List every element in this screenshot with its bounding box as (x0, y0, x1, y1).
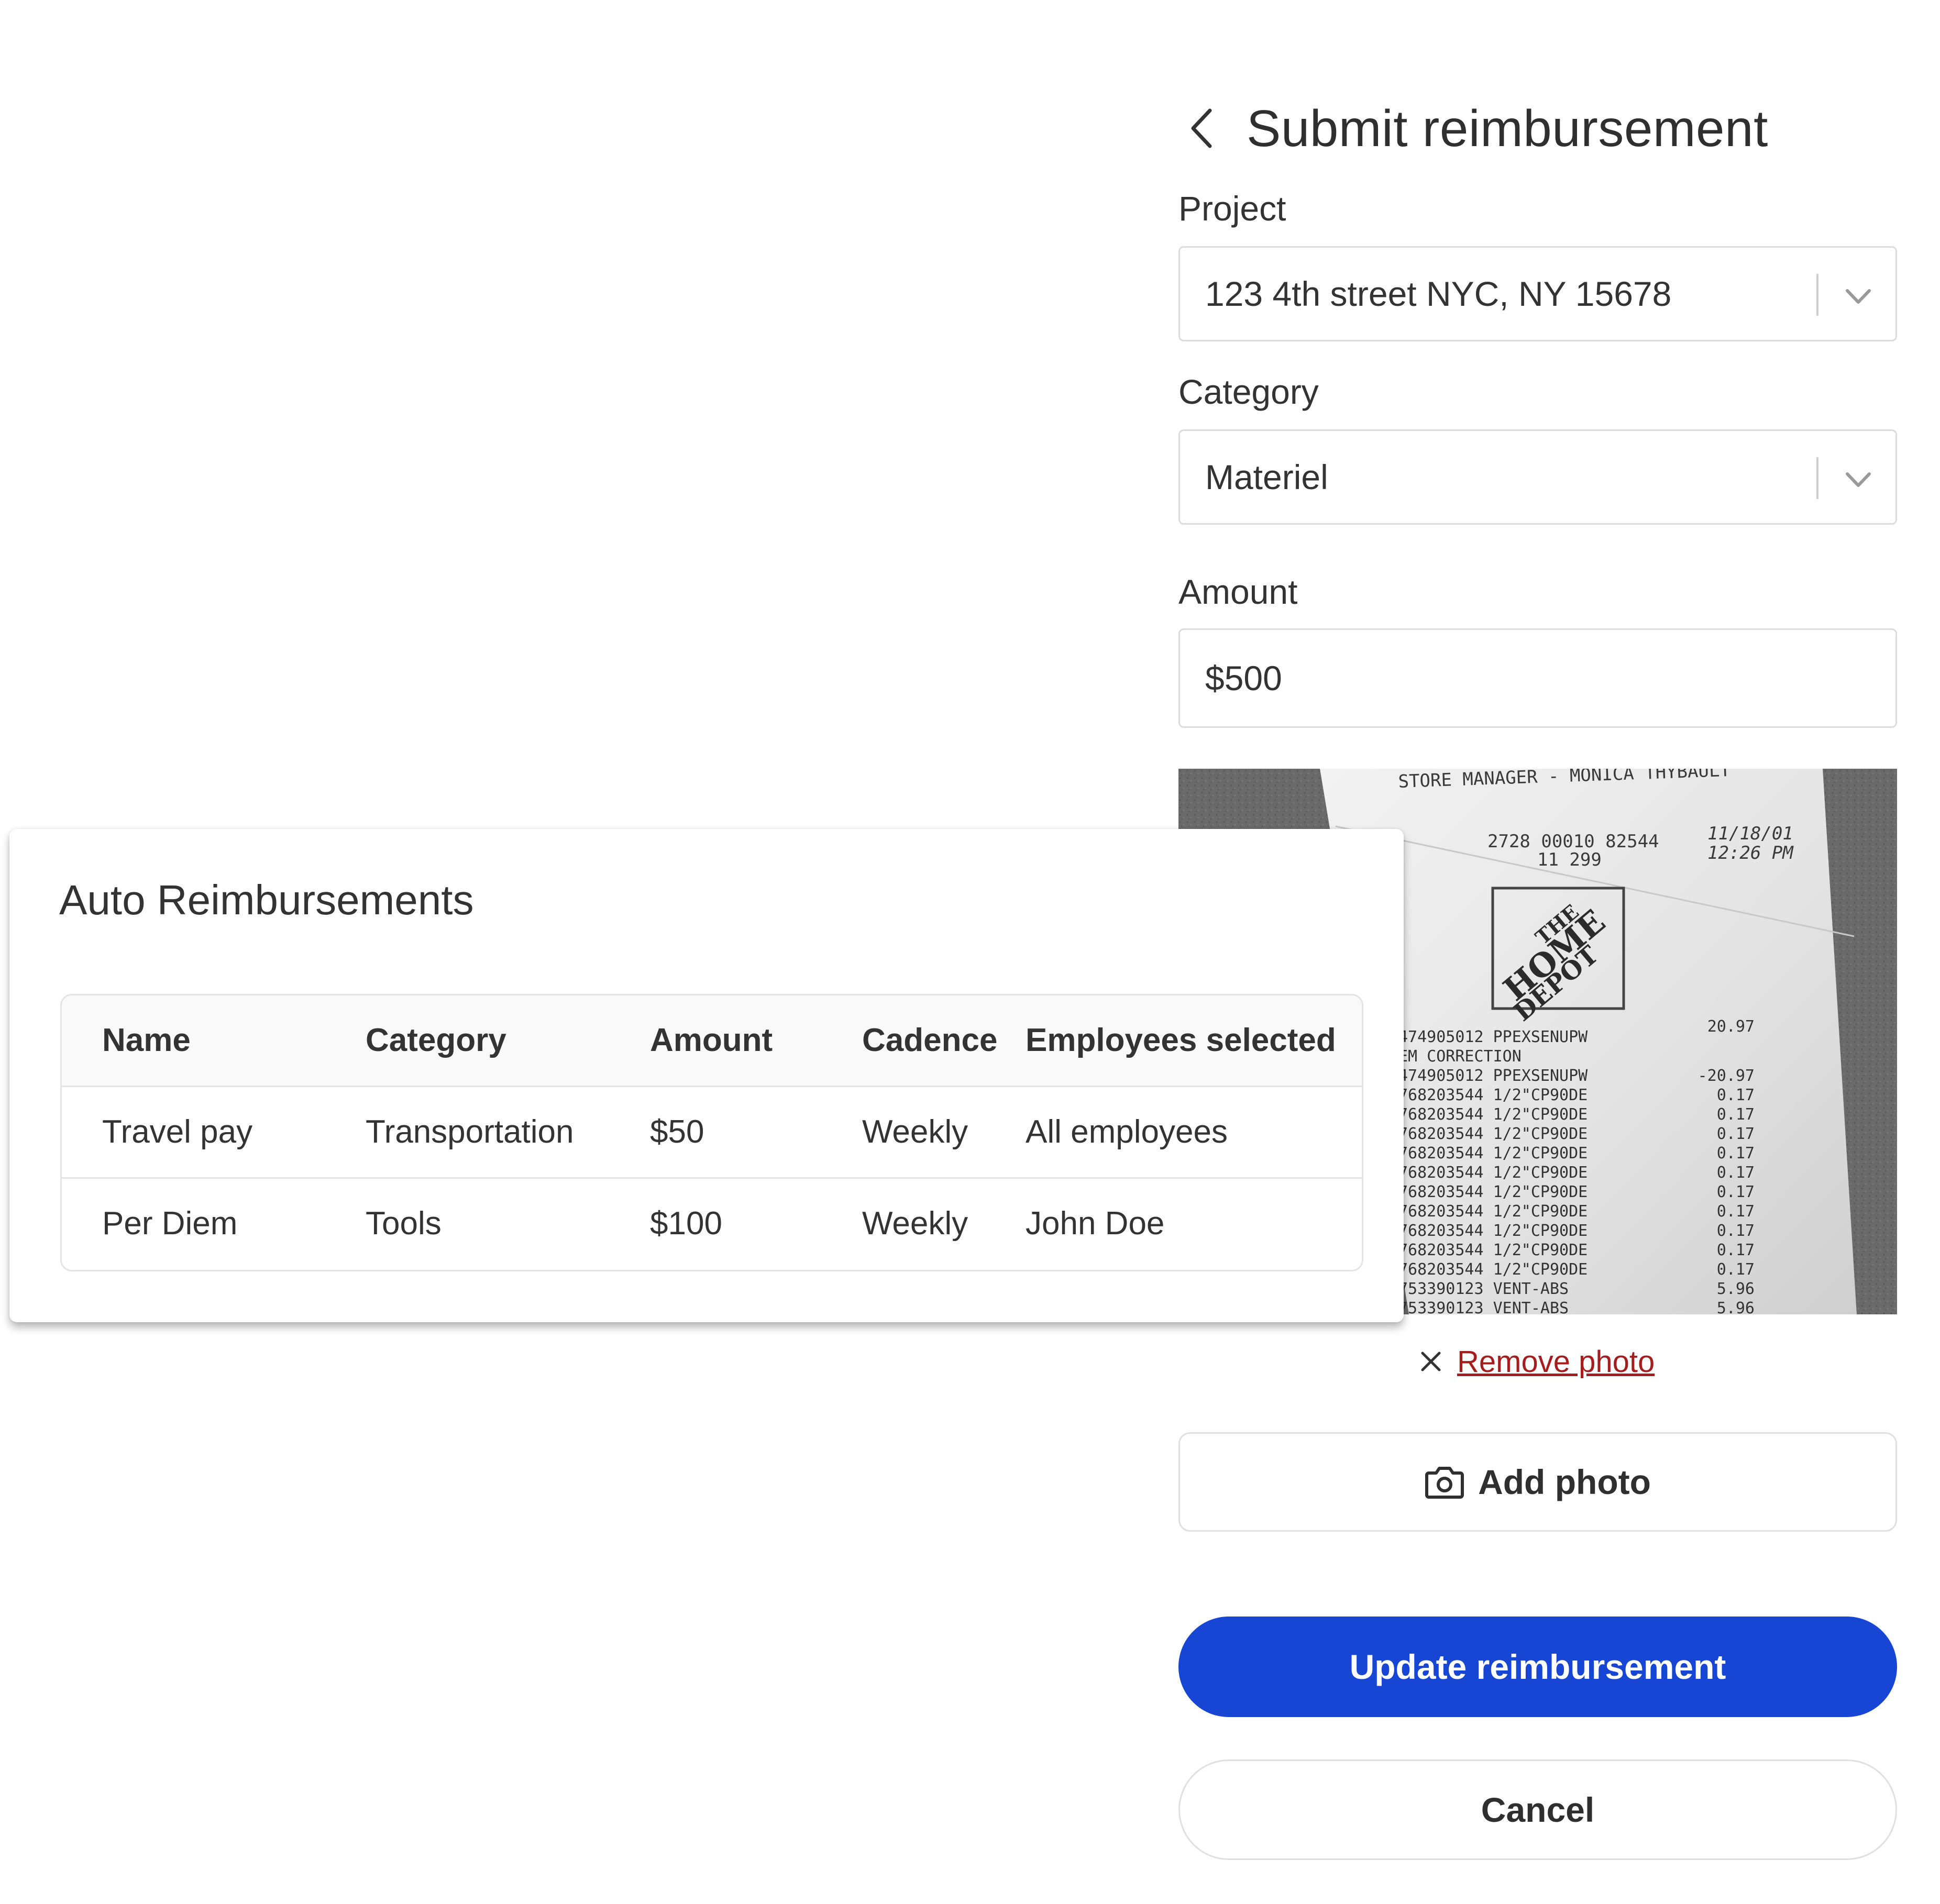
receipt-line-price: 0.17 (1717, 1125, 1755, 1143)
add-photo-label: Add photo (1478, 1463, 1651, 1501)
receipt-line-price: 0.17 (1717, 1241, 1755, 1259)
cell-category: Transportation (366, 1114, 574, 1150)
select-divider (1816, 457, 1818, 499)
select-divider (1816, 274, 1818, 316)
receipt-line-price: 5.96 (1717, 1280, 1755, 1298)
table-header-row: Name Category Amount Cadence Employees s… (62, 995, 1362, 1087)
receipt-store-line: 2728 00010 82544 (1487, 831, 1659, 852)
cell-employees: John Doe (1026, 1205, 1165, 1242)
receipt-line-price: 0.17 (1717, 1260, 1755, 1279)
category-select[interactable]: Materiel (1178, 429, 1897, 525)
cell-name: Per Diem (102, 1205, 238, 1242)
receipt-line-item: 474905012 PPEXSENUPW (1398, 1028, 1588, 1046)
column-header-name: Name (102, 1022, 191, 1058)
category-label: Category (1178, 372, 1319, 411)
receipt-line-item: 768203544 1/2"CP90DE (1398, 1144, 1588, 1163)
auto-reimbursements-card: Auto Reimbursements Name Category Amount… (9, 829, 1404, 1322)
receipt-line-price: 0.17 (1717, 1183, 1755, 1201)
close-icon[interactable] (1419, 1350, 1442, 1373)
receipt-line-item: 768203544 1/2"CP90DE (1398, 1202, 1588, 1221)
receipt-line-item: 768203544 1/2"CP90DE (1398, 1241, 1588, 1259)
project-label: Project (1178, 189, 1286, 228)
receipt-line-price: 0.17 (1717, 1144, 1755, 1163)
receipt-line-item: 768203544 1/2"CP90DE (1398, 1260, 1588, 1279)
chevron-down-icon[interactable] (1840, 461, 1877, 498)
receipt-line-price: 0.17 (1717, 1222, 1755, 1240)
amount-label: Amount (1178, 572, 1298, 611)
receipt-line-item: 768203544 1/2"CP90DE (1398, 1183, 1588, 1201)
cell-name: Travel pay (102, 1114, 253, 1150)
table-row[interactable]: Per Diem Tools $100 Weekly John Doe (62, 1179, 1362, 1270)
receipt-line-item: 768203544 1/2"CP90DE (1398, 1164, 1588, 1182)
receipt-line-item: 753390123 VENT-ABS (1398, 1299, 1569, 1314)
update-reimbursement-button[interactable]: Update reimbursement (1178, 1617, 1897, 1717)
receipt-line-price: 0.17 (1717, 1086, 1755, 1104)
receipt-time: 12:26 PM (1707, 843, 1794, 864)
project-select[interactable]: 123 4th street NYC, NY 15678 (1178, 246, 1897, 341)
column-header-amount: Amount (650, 1022, 773, 1058)
update-reimbursement-label: Update reimbursement (1349, 1647, 1726, 1686)
remove-photo-link[interactable]: Remove photo (1457, 1344, 1655, 1379)
receipt-line-price: 0.17 (1717, 1202, 1755, 1221)
column-header-employees: Employees selected (1026, 1022, 1336, 1058)
receipt-line-item: EM CORRECTION (1398, 1047, 1522, 1066)
remove-photo-row[interactable]: Remove photo (1419, 1341, 1655, 1382)
column-header-cadence: Cadence (862, 1022, 998, 1058)
receipt-store-sub: 11 299 (1537, 849, 1602, 870)
cell-cadence: Weekly (862, 1114, 968, 1150)
receipt-line-price: 5.96 (1717, 1299, 1755, 1314)
receipt-line-price: 20.97 (1707, 1017, 1755, 1036)
receipt-line-item: 768203544 1/2"CP90DE (1398, 1105, 1588, 1124)
chevron-left-icon (1191, 108, 1212, 148)
add-photo-button[interactable]: Add photo (1178, 1432, 1897, 1532)
card-title: Auto Reimbursements (59, 877, 474, 923)
page-title: Submit reimbursement (1247, 99, 1768, 157)
receipt-line-item: 768203544 1/2"CP90DE (1398, 1125, 1588, 1143)
chevron-down-icon[interactable] (1840, 278, 1877, 315)
amount-input-value: $500 (1205, 659, 1282, 698)
receipt-line-price: -20.97 (1698, 1067, 1755, 1085)
form-header: Submit reimbursement (1189, 92, 1768, 165)
cell-amount: $50 (650, 1114, 704, 1150)
receipt-date: 11/18/01 (1707, 823, 1793, 844)
auto-reimbursements-table: Name Category Amount Cadence Employees s… (60, 994, 1363, 1271)
receipt-line-item: 474905012 PPEXSENUPW (1398, 1067, 1588, 1085)
receipt-line-item: 753390123 VENT-ABS (1398, 1280, 1569, 1298)
cancel-label: Cancel (1481, 1790, 1595, 1829)
cancel-button[interactable]: Cancel (1178, 1759, 1897, 1860)
receipt-line-item: 768203544 1/2"CP90DE (1398, 1222, 1588, 1240)
cell-category: Tools (366, 1205, 442, 1242)
receipt-line-item: 768203544 1/2"CP90DE (1398, 1086, 1588, 1104)
project-select-value: 123 4th street NYC, NY 15678 (1205, 274, 1672, 313)
amount-input[interactable]: $500 (1178, 628, 1897, 728)
back-button[interactable] (1189, 105, 1226, 152)
cell-amount: $100 (650, 1205, 722, 1242)
camera-icon (1425, 1467, 1464, 1499)
table-row[interactable]: Travel pay Transportation $50 Weekly All… (62, 1087, 1362, 1179)
receipt-line-price: 0.17 (1717, 1105, 1755, 1124)
column-header-category: Category (366, 1022, 506, 1058)
receipt-line-price: 0.17 (1717, 1164, 1755, 1182)
cell-cadence: Weekly (862, 1205, 968, 1242)
cell-employees: All employees (1026, 1114, 1228, 1150)
category-select-value: Materiel (1205, 458, 1328, 496)
